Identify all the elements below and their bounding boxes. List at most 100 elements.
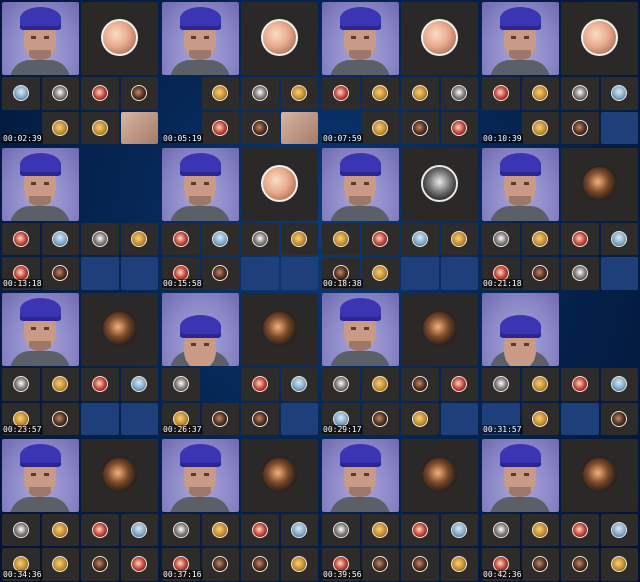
participant-tile[interactable] <box>521 513 559 546</box>
participant-tile[interactable] <box>241 368 279 401</box>
participant-tile[interactable] <box>2 222 40 255</box>
participant-tile[interactable] <box>521 111 559 144</box>
main-participant-tile[interactable] <box>241 438 318 512</box>
participant-tile[interactable] <box>521 402 559 435</box>
participant-tile[interactable] <box>361 513 399 546</box>
main-participant-tile[interactable] <box>81 148 158 221</box>
participant-tile[interactable] <box>280 513 318 546</box>
self-camera-video[interactable] <box>162 438 239 512</box>
participant-tile[interactable] <box>482 368 520 401</box>
participant-tile[interactable] <box>322 222 360 255</box>
participant-tile[interactable] <box>401 513 439 546</box>
self-camera-video[interactable] <box>482 293 559 366</box>
participant-tile[interactable] <box>81 257 119 290</box>
participant-tile[interactable] <box>440 222 478 255</box>
participant-tile[interactable] <box>440 368 478 401</box>
participant-tile[interactable] <box>201 222 239 255</box>
participant-tile[interactable] <box>521 222 559 255</box>
participant-tile[interactable] <box>401 548 439 581</box>
participant-tile[interactable] <box>561 513 599 546</box>
participant-tile[interactable] <box>162 222 200 255</box>
participant-tile[interactable] <box>401 402 439 435</box>
self-camera-video[interactable] <box>162 293 239 366</box>
main-participant-tile[interactable] <box>81 2 158 75</box>
participant-tile[interactable] <box>561 222 599 255</box>
participant-tile[interactable] <box>440 513 478 546</box>
main-participant-tile[interactable] <box>401 438 478 512</box>
participant-tile[interactable] <box>401 77 439 110</box>
participant-tile[interactable] <box>322 77 360 110</box>
participant-tile[interactable] <box>600 77 638 110</box>
participant-tile[interactable] <box>600 368 638 401</box>
participant-tile[interactable] <box>600 257 638 290</box>
participant-tile[interactable] <box>280 402 318 435</box>
participant-tile[interactable] <box>521 548 559 581</box>
participant-tile[interactable] <box>241 257 279 290</box>
participant-tile[interactable] <box>361 402 399 435</box>
participant-tile[interactable] <box>81 368 119 401</box>
main-participant-tile[interactable] <box>561 438 638 512</box>
participant-tile[interactable] <box>600 548 638 581</box>
participant-tile[interactable] <box>482 222 520 255</box>
participant-tile[interactable] <box>162 77 200 110</box>
participant-tile[interactable] <box>440 77 478 110</box>
participant-tile[interactable] <box>201 257 239 290</box>
participant-tile[interactable] <box>201 548 239 581</box>
participant-tile[interactable] <box>120 368 158 401</box>
self-camera-video[interactable] <box>2 293 79 366</box>
participant-tile[interactable] <box>120 77 158 110</box>
participant-tile[interactable] <box>162 368 200 401</box>
participant-tile[interactable] <box>401 257 439 290</box>
self-camera-video[interactable] <box>2 438 79 512</box>
participant-tile[interactable] <box>280 222 318 255</box>
participant-tile[interactable] <box>361 111 399 144</box>
participant-tile[interactable] <box>2 513 40 546</box>
participant-tile[interactable] <box>41 222 79 255</box>
participant-tile[interactable] <box>201 77 239 110</box>
participant-tile[interactable] <box>401 111 439 144</box>
participant-tile[interactable] <box>440 257 478 290</box>
participant-tile[interactable] <box>361 368 399 401</box>
participant-tile[interactable] <box>561 257 599 290</box>
main-participant-tile[interactable] <box>81 293 158 366</box>
self-camera-video[interactable] <box>2 147 79 221</box>
participant-tile[interactable] <box>41 257 79 290</box>
participant-tile[interactable] <box>41 368 79 401</box>
participant-tile[interactable] <box>120 402 158 435</box>
participant-tile[interactable] <box>561 548 599 581</box>
participant-tile[interactable] <box>41 402 79 435</box>
participant-tile[interactable] <box>41 111 79 144</box>
participant-tile[interactable] <box>280 548 318 581</box>
self-camera-video[interactable] <box>482 147 559 221</box>
self-camera-video[interactable] <box>2 2 79 75</box>
participant-tile[interactable] <box>361 257 399 290</box>
participant-tile[interactable] <box>482 77 520 110</box>
participant-tile[interactable] <box>201 402 239 435</box>
participant-tile[interactable] <box>120 257 158 290</box>
participant-tile[interactable] <box>201 111 239 144</box>
participant-tile[interactable] <box>81 77 119 110</box>
main-participant-tile[interactable] <box>401 2 478 75</box>
participant-tile[interactable] <box>561 402 599 435</box>
participant-tile[interactable] <box>81 402 119 435</box>
self-camera-video[interactable] <box>322 147 399 221</box>
self-camera-video[interactable] <box>482 2 559 75</box>
participant-tile[interactable] <box>361 548 399 581</box>
main-participant-tile[interactable] <box>561 293 638 366</box>
participant-tile[interactable] <box>241 77 279 110</box>
participant-tile[interactable] <box>162 513 200 546</box>
participant-tile[interactable] <box>521 257 559 290</box>
self-camera-video[interactable] <box>322 438 399 512</box>
participant-tile[interactable] <box>521 368 559 401</box>
participant-tile[interactable] <box>202 368 240 401</box>
participant-tile[interactable] <box>482 513 520 546</box>
participant-tile[interactable] <box>322 513 360 546</box>
participant-tile[interactable] <box>241 548 279 581</box>
participant-tile[interactable] <box>401 368 439 401</box>
participant-tile[interactable] <box>120 111 158 144</box>
participant-tile[interactable] <box>201 513 239 546</box>
participant-tile[interactable] <box>241 111 279 144</box>
participant-tile[interactable] <box>600 402 638 435</box>
participant-tile[interactable] <box>241 402 279 435</box>
participant-tile[interactable] <box>401 222 439 255</box>
